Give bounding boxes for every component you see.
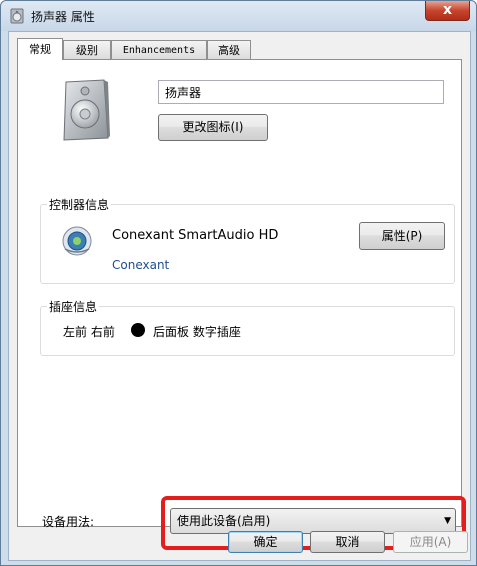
jack-description: 后面板 数字插座 bbox=[153, 325, 241, 339]
change-icon-button[interactable]: 更改图标(I) bbox=[158, 114, 268, 141]
dialog-client-area: 常规 级别 Enhancements 高级 扬声器 更改图标(I) 控制器信息 … bbox=[8, 31, 471, 561]
cancel-button[interactable]: 取消 bbox=[310, 531, 385, 553]
jack-group-title: 插座信息 bbox=[47, 298, 100, 315]
close-icon: x bbox=[442, 2, 453, 18]
device-usage-value: 使用此设备(启用) bbox=[177, 514, 271, 528]
controller-info-group: 控制器信息 Conexant SmartAudio HD Conexant 属性… bbox=[40, 196, 455, 284]
jack-color-dot bbox=[131, 323, 145, 337]
ok-button[interactable]: 确定 bbox=[228, 531, 303, 553]
device-usage-label: 设备用法: bbox=[42, 515, 95, 529]
controller-vendor: Conexant bbox=[112, 258, 170, 272]
controller-properties-button[interactable]: 属性(P) bbox=[359, 222, 445, 250]
speaker-device-icon bbox=[63, 79, 110, 141]
title-bar[interactable]: 扬声器 属性 x bbox=[1, 1, 476, 31]
device-name-input[interactable] bbox=[158, 80, 444, 104]
apply-button[interactable]: 应用(A) bbox=[393, 531, 468, 553]
jack-location: 左前 右前 bbox=[63, 325, 115, 339]
audio-controller-icon bbox=[62, 226, 92, 256]
tab-enhancements[interactable]: Enhancements bbox=[111, 40, 207, 59]
speaker-app-icon bbox=[10, 8, 24, 24]
tab-advanced[interactable]: 高级 bbox=[207, 40, 251, 59]
tab-levels[interactable]: 级别 bbox=[63, 40, 111, 59]
close-button[interactable]: x bbox=[425, 1, 470, 21]
controller-name: Conexant SmartAudio HD bbox=[112, 228, 279, 243]
general-tab-panel: 更改图标(I) 控制器信息 Conexant SmartAudio HD Con… bbox=[17, 59, 466, 550]
properties-dialog: 扬声器 属性 x 常规 级别 Enhancements 高级 扬声器 更改图标(… bbox=[0, 0, 477, 566]
window-title: 扬声器 属性 bbox=[31, 10, 95, 24]
tab-general[interactable]: 常规 bbox=[17, 38, 63, 60]
jack-info-group: 插座信息 左前 右前 后面板 数字插座 bbox=[40, 298, 455, 356]
dropdown-arrow-icon: ▼ bbox=[444, 516, 451, 526]
controller-group-title: 控制器信息 bbox=[47, 196, 112, 213]
